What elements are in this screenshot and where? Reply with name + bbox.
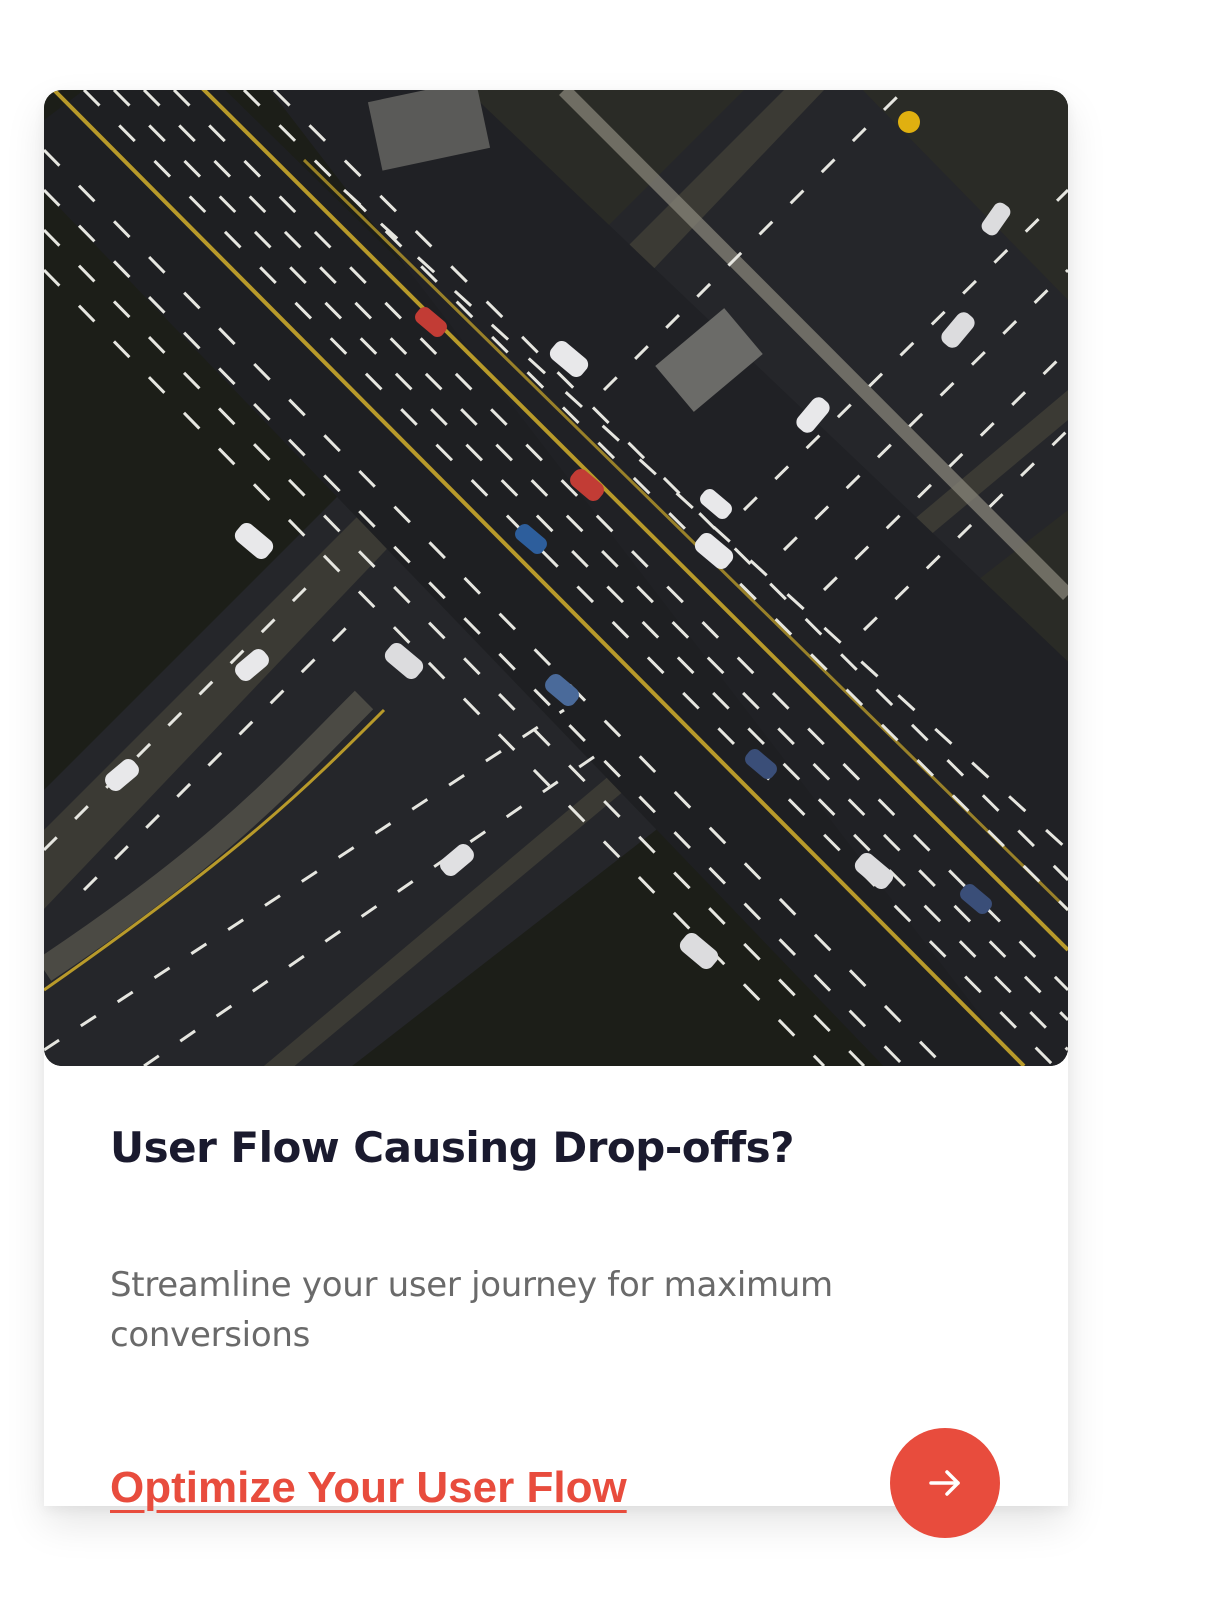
feature-card: User Flow Causing Drop-offs? Streamline … — [44, 90, 1068, 1538]
card-title: User Flow Causing Drop-offs? — [110, 1123, 795, 1172]
optimize-user-flow-link[interactable]: Optimize Your User Flow — [110, 1460, 627, 1516]
highway-photo — [44, 90, 1068, 1066]
card-description: Streamline your user journey for maximum… — [110, 1265, 833, 1355]
arrow-right-icon — [929, 1470, 960, 1496]
next-arrow-button[interactable] — [890, 1428, 1000, 1538]
